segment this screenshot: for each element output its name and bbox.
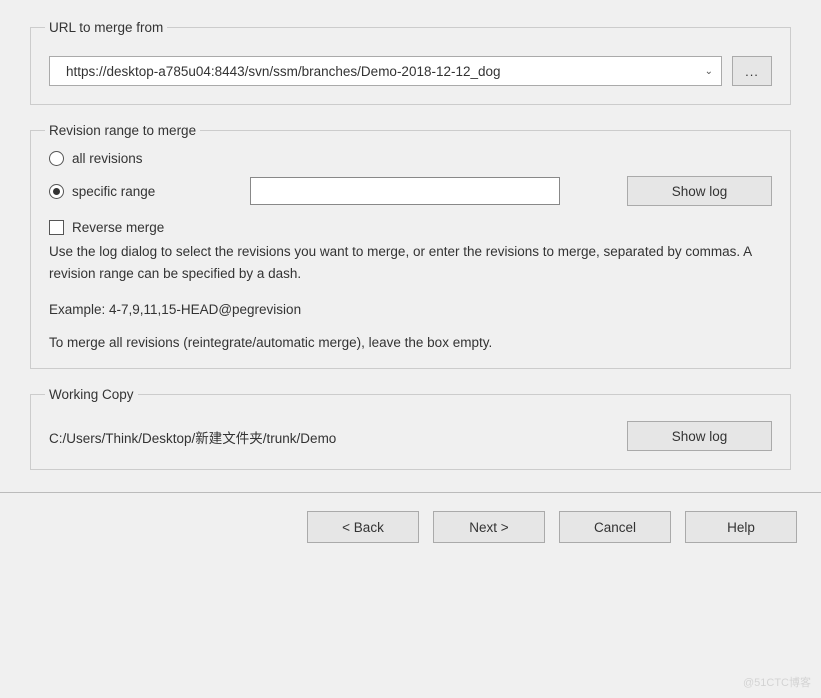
cancel-button[interactable]: Cancel [559,511,671,543]
specific-range-label: specific range [72,184,155,199]
reverse-merge-checkbox[interactable]: Reverse merge [49,220,772,235]
revision-legend: Revision range to merge [45,123,200,138]
radio-icon [49,151,64,166]
help-button[interactable]: Help [685,511,797,543]
browse-button[interactable]: ... [732,56,772,86]
all-revisions-label: all revisions [72,151,143,166]
example-text: Example: 4-7,9,11,15-HEAD@pegrevision [49,302,772,317]
next-button[interactable]: Next > [433,511,545,543]
all-revisions-radio[interactable]: all revisions [49,151,772,166]
working-copy-group: Working Copy C:/Users/Think/Desktop/新建文件… [30,387,791,470]
radio-selected-icon [49,184,64,199]
checkbox-icon [49,220,64,235]
wizard-button-bar: < Back Next > Cancel Help [0,493,821,543]
wc-show-log-button[interactable]: Show log [627,421,772,451]
url-to-merge-group: URL to merge from https://desktop-a785u0… [30,20,791,105]
url-value: https://desktop-a785u04:8443/svn/ssm/bra… [66,64,501,79]
revision-range-input[interactable] [250,177,560,205]
revision-range-group: Revision range to merge all revisions sp… [30,123,791,369]
back-button[interactable]: < Back [307,511,419,543]
url-combo[interactable]: https://desktop-a785u04:8443/svn/ssm/bra… [49,56,722,86]
show-log-button[interactable]: Show log [627,176,772,206]
reverse-merge-label: Reverse merge [72,220,164,235]
specific-range-radio[interactable]: specific range [49,184,155,199]
help-text: Use the log dialog to select the revisio… [49,241,772,284]
watermark: @51CTC博客 [743,674,811,690]
final-help-text: To merge all revisions (reintegrate/auto… [49,335,772,350]
working-copy-path: C:/Users/Think/Desktop/新建文件夹/trunk/Demo [49,421,336,447]
url-legend: URL to merge from [45,20,167,35]
wc-legend: Working Copy [45,387,138,402]
chevron-down-icon: ⌄ [705,66,713,77]
